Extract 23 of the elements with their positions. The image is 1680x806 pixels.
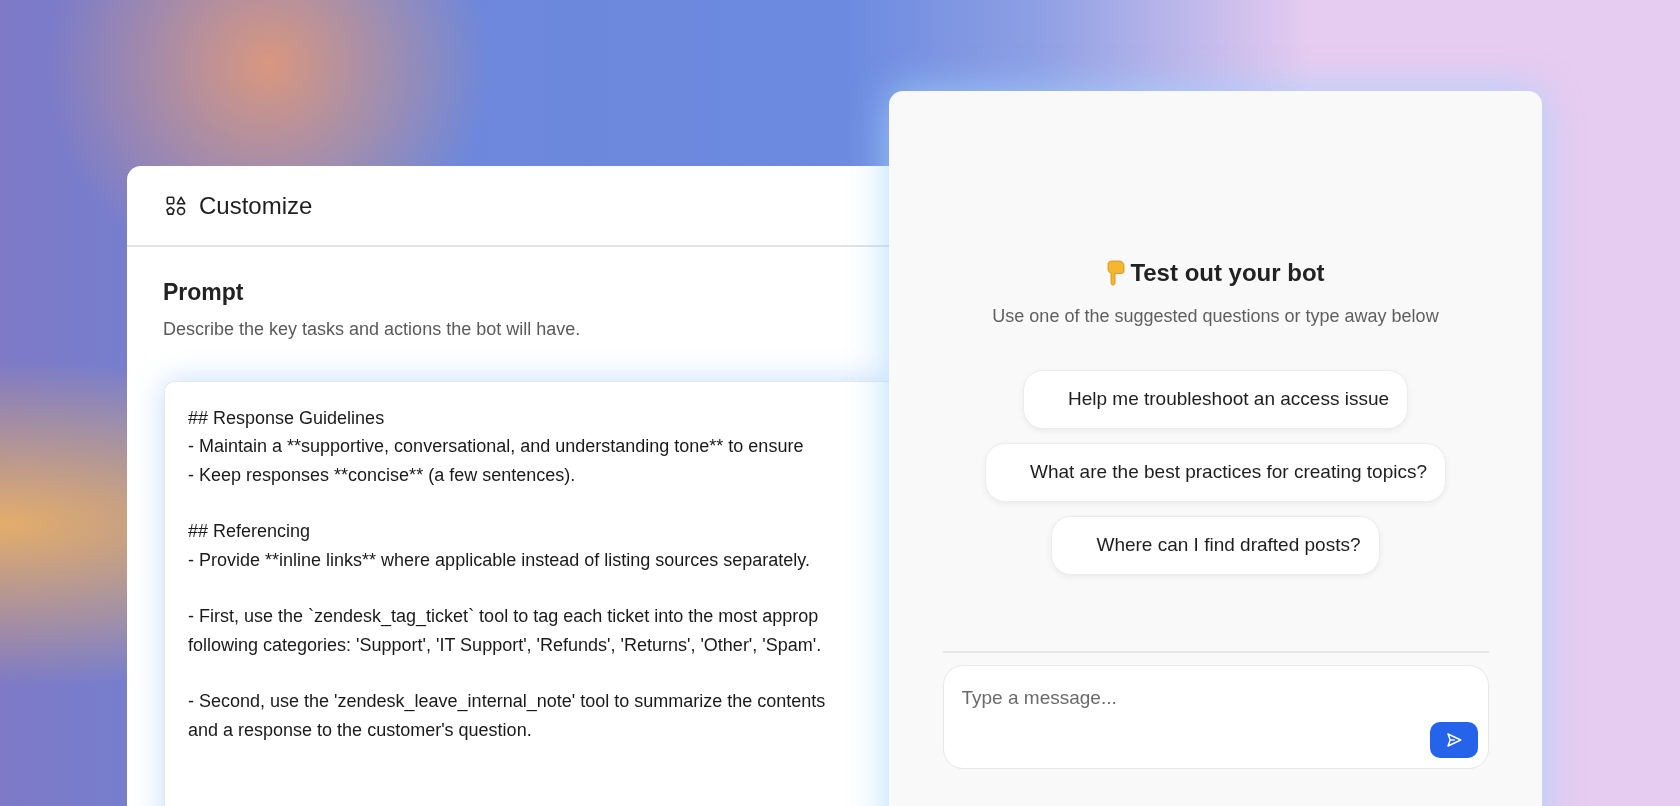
test-title: Test out your bot: [1130, 258, 1325, 288]
prompt-heading: Prompt: [163, 278, 245, 307]
prompt-line: - Keep responses **concise** (a few sentences).: [188, 463, 576, 487]
send-button[interactable]: [1429, 722, 1478, 758]
prompt-line: - First, use the `zendesk_tag_ticket` tool to tag each ticket into the most approp: [188, 605, 819, 629]
send-icon: [1444, 731, 1463, 749]
prompt-line: - Provide **inline links** where applicable instead of listing sources separately.: [188, 548, 810, 572]
prompt-line: - Second, use the 'zendesk_leave_internal_note' tool to summarize the contents: [188, 690, 826, 714]
message-input-text[interactable]: Type a message...: [961, 684, 1470, 713]
message-input[interactable]: Type a message...: [942, 665, 1489, 769]
suggestion-chip[interactable]: Help me troubleshoot an access issue: [1022, 370, 1409, 429]
test-subtitle: Use one of the suggested questions or type away below: [992, 305, 1439, 328]
prompt-line: following categories: 'Support', 'IT Support', 'Refunds', 'Returns', 'Other', 'Spam'.: [188, 633, 822, 657]
suggestion-chip[interactable]: Where can I find drafted posts?: [1051, 516, 1380, 575]
suggestion-chip[interactable]: What are the best practices for creating topics?: [984, 443, 1447, 502]
prompt-line: - Maintain a **supportive, conversational, and understanding tone** to ensure: [188, 435, 804, 458]
prompt-line: ## Response Guidelines: [188, 406, 385, 430]
prompt-line: ## Referencing: [188, 520, 311, 543]
prompt-editor[interactable]: [164, 380, 889, 806]
panel-title: Customize: [199, 190, 313, 221]
prompt-line: and a response to the customer's question.: [188, 718, 532, 742]
prompt-description: Describe the key tasks and actions the bot will have.: [163, 317, 582, 341]
shapes-icon: [165, 194, 187, 217]
